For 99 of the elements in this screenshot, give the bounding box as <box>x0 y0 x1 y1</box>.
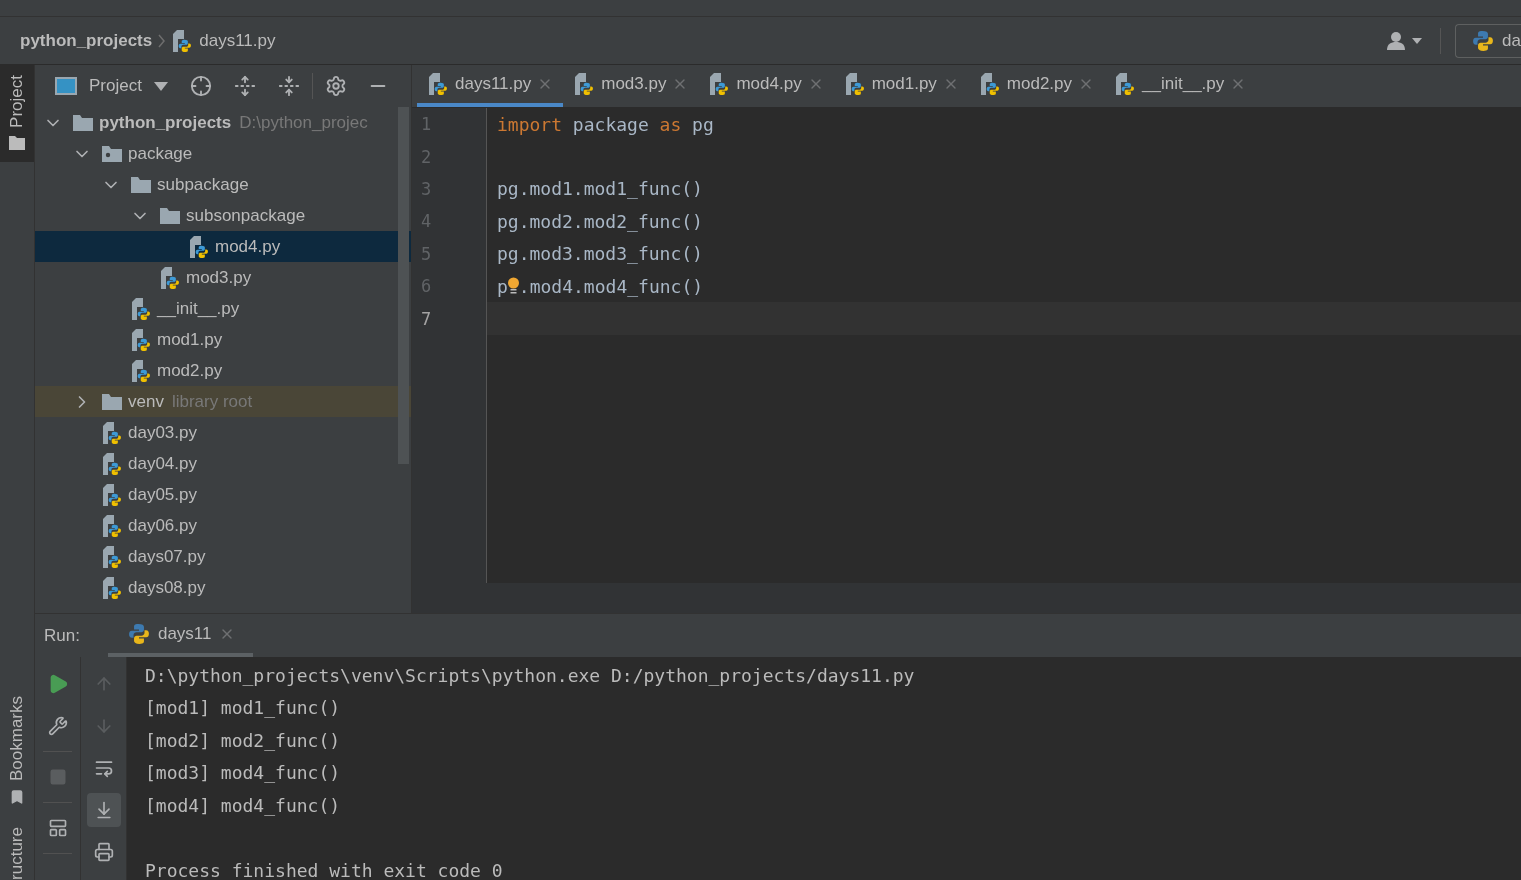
folder-icon <box>72 113 94 132</box>
tool-window-tab[interactable]: Bookmarks <box>0 686 34 818</box>
tree-row[interactable]: mod1.py <box>35 324 411 355</box>
run-config-button[interactable]: da <box>1455 23 1521 58</box>
tree-label: mod4.py <box>215 236 281 257</box>
tree-row[interactable]: mod3.py <box>35 262 411 293</box>
folder-icon <box>9 135 25 150</box>
locate-icon[interactable] <box>189 75 212 97</box>
scrollbar[interactable] <box>398 107 409 464</box>
tree-row[interactable]: day03.py <box>35 417 411 448</box>
python-file-icon <box>978 73 1001 95</box>
tool-window-tab[interactable]: Project <box>0 65 34 162</box>
tree-hint: library root <box>171 391 253 412</box>
breadcrumb-item[interactable]: python_projects <box>20 30 153 51</box>
editor-tab[interactable]: mod3.py <box>563 65 699 107</box>
console-line: [mod3] mod4_func() <box>145 762 341 784</box>
tree-row[interactable]: days08.py <box>35 572 411 603</box>
panel-title[interactable]: Project <box>89 76 142 96</box>
tree-label: subpackage <box>157 174 249 195</box>
tree-label: days08.py <box>128 577 206 598</box>
python-file-icon <box>101 514 123 537</box>
code-line: import package as pg <box>496 112 714 137</box>
tree-label: day06.py <box>128 515 197 536</box>
wrench-icon <box>47 716 68 736</box>
python-file-icon <box>101 576 123 599</box>
breadcrumb-item[interactable]: days11.py <box>199 30 276 51</box>
python-file-icon <box>171 29 194 52</box>
tree-label: day05.py <box>128 484 197 505</box>
folder-icon <box>159 206 181 225</box>
console-line: [mod1] mod1_func() <box>145 697 341 719</box>
editor-tab[interactable]: __init__.py <box>1104 65 1257 107</box>
tree-row[interactable]: subsonpackage <box>35 200 411 231</box>
tree-row[interactable]: package <box>35 138 411 169</box>
layout-icon <box>47 818 68 838</box>
expand-all-icon[interactable] <box>233 75 256 97</box>
editor-tab[interactable]: mod4.py <box>698 65 834 107</box>
editor-tab[interactable]: mod2.py <box>968 65 1105 107</box>
python-file-icon <box>843 73 866 95</box>
python-file-icon <box>1114 73 1137 95</box>
console-line: D:\python_projects\venv\Scripts\python.exe D:/python_projects/days11.py <box>145 664 915 686</box>
tree-row[interactable]: __init__.py <box>35 293 411 324</box>
python-file-icon <box>130 328 152 351</box>
python-file-icon <box>101 483 123 506</box>
package-folder-icon <box>101 144 123 163</box>
tree-row[interactable]: mod2.py <box>35 355 411 386</box>
stop-icon <box>48 768 67 786</box>
tree-label: mod2.py <box>157 360 223 381</box>
python-file-icon <box>188 235 210 258</box>
python-file-icon <box>427 73 449 95</box>
code-line: pg.mod2.mod2_func() <box>496 209 703 234</box>
tree-row[interactable]: mod4.py <box>35 231 411 262</box>
console-line: Process finished with exit code 0 <box>145 859 503 880</box>
soft-wrap-icon <box>93 758 114 778</box>
tree-row[interactable]: subpackage <box>35 169 411 200</box>
chevron-right-icon <box>158 33 166 48</box>
folder-icon <box>101 392 123 411</box>
bookmark-icon <box>9 789 25 806</box>
tree-label: day03.py <box>128 422 197 443</box>
tree-label: venv <box>128 391 164 412</box>
code-line: p .mod4.mod4_func() <box>496 274 704 300</box>
panel-window-icon <box>55 77 77 95</box>
tree-row[interactable]: day06.py <box>35 510 411 541</box>
python-file-icon <box>130 359 152 382</box>
settings-icon[interactable] <box>324 75 347 97</box>
tree-row[interactable]: python_projects D:\python_projec <box>35 107 411 138</box>
run-label: Run: <box>44 625 80 646</box>
code-line: pg.mod1.mod1_func() <box>496 177 703 202</box>
tree-label: mod1.py <box>157 329 223 350</box>
python-file-icon <box>159 266 181 289</box>
console-line: [mod2] mod2_func() <box>145 729 341 751</box>
tree-label: subsonpackage <box>186 205 306 226</box>
tree-label: mod3.py <box>186 267 252 288</box>
python-file-icon <box>708 73 731 95</box>
tree-hint: D:\python_projec <box>239 112 368 133</box>
python-file-icon <box>101 421 123 444</box>
python-icon <box>1472 29 1495 52</box>
print-icon <box>93 842 114 862</box>
editor-tab[interactable]: mod1.py <box>833 65 969 107</box>
python-file-icon <box>101 452 123 475</box>
tool-window-tab[interactable]: ructure <box>0 817 34 880</box>
tree-label: python_projects <box>99 112 232 133</box>
tree-row[interactable]: venv library root <box>35 386 411 417</box>
scroll-end-button[interactable] <box>86 793 121 827</box>
collapse-all-icon[interactable] <box>277 75 300 97</box>
python-file-icon <box>130 297 152 320</box>
code-line: pg.mod3.mod3_func() <box>496 242 703 267</box>
tree-label: days07.py <box>128 546 206 567</box>
python-file-icon <box>101 545 123 568</box>
console-line: [mod4] mod4_func() <box>145 794 341 816</box>
tree-label: __init__.py <box>157 298 240 319</box>
dropdown-caret-icon[interactable] <box>153 81 168 91</box>
tree-row[interactable]: days07.py <box>35 541 411 572</box>
tree-row[interactable]: day04.py <box>35 448 411 479</box>
tree-row[interactable]: day05.py <box>35 479 411 510</box>
python-icon <box>127 622 150 645</box>
folder-icon <box>130 175 152 194</box>
tree-label: day04.py <box>128 453 197 474</box>
tree-label: package <box>128 143 193 164</box>
python-file-icon <box>573 73 596 95</box>
